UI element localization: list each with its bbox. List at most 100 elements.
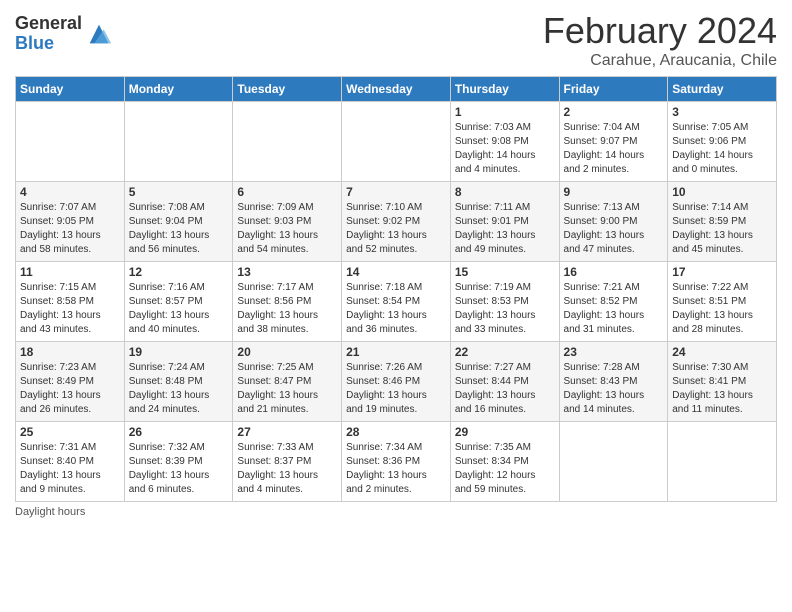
calendar-cell: 14Sunrise: 7:18 AM Sunset: 8:54 PM Dayli… [342,262,451,342]
logo-general: General [15,14,82,34]
day-info: Sunrise: 7:27 AM Sunset: 8:44 PM Dayligh… [455,361,555,417]
logo: General Blue [15,14,113,54]
calendar-week-row: 1 Sunrise: 7:03 AM Sunset: 9:08 PM Daylig… [16,102,777,182]
calendar-cell: 27Sunrise: 7:33 AM Sunset: 8:37 PM Dayli… [233,422,342,502]
calendar-cell: 12Sunrise: 7:16 AM Sunset: 8:57 PM Dayli… [124,262,233,342]
calendar-cell: 15 Sunrise: 7:19 AM Sunset: 8:53 PM Dayli… [450,262,559,342]
calendar-cell: 17Sunrise: 7:22 AM Sunset: 8:51 PM Dayli… [668,262,777,342]
day-info: Sunrise: 7:17 AM Sunset: 8:56 PM Dayligh… [237,281,337,337]
day-header: Wednesday [342,77,451,102]
day-info: Sunrise: 7:10 AM Sunset: 9:02 PM Dayligh… [346,201,446,257]
day-header: Sunday [16,77,125,102]
day-number: 4 [20,185,120,199]
day-info: Sunrise: 7:03 AM Sunset: 9:08 PM Dayligh… [455,121,555,177]
day-info: Sunrise: 7:11 AM Sunset: 9:01 PM Dayligh… [455,201,555,257]
day-info: Sunrise: 7:28 AM Sunset: 8:43 PM Dayligh… [564,361,664,417]
calendar-week-row: 4 Sunrise: 7:07 AM Sunset: 9:05 PM Daylig… [16,182,777,262]
day-number: 25 [20,425,120,439]
calendar-cell: 4 Sunrise: 7:07 AM Sunset: 9:05 PM Daylig… [16,182,125,262]
calendar-cell: 9 Sunrise: 7:13 AM Sunset: 9:00 PM Daylig… [559,182,668,262]
day-info: Sunrise: 7:04 AM Sunset: 9:07 PM Dayligh… [564,121,664,177]
calendar-cell: 6 Sunrise: 7:09 AM Sunset: 9:03 PM Daylig… [233,182,342,262]
day-header: Friday [559,77,668,102]
day-info: Sunrise: 7:08 AM Sunset: 9:04 PM Dayligh… [129,201,229,257]
header-area: General Blue February 2024 Carahue, Arau… [15,10,777,70]
day-info: Sunrise: 7:13 AM Sunset: 9:00 PM Dayligh… [564,201,664,257]
day-info: Sunrise: 7:21 AM Sunset: 8:52 PM Dayligh… [564,281,664,337]
day-number: 3 [672,105,772,119]
footer-label: Daylight hours [15,506,85,518]
calendar-cell [16,102,125,182]
page: General Blue February 2024 Carahue, Arau… [0,0,792,528]
day-info: Sunrise: 7:09 AM Sunset: 9:03 PM Dayligh… [237,201,337,257]
day-info: Sunrise: 7:30 AM Sunset: 8:41 PM Dayligh… [672,361,772,417]
calendar-cell: 8 Sunrise: 7:11 AM Sunset: 9:01 PM Daylig… [450,182,559,262]
subtitle: Carahue, Araucania, Chile [543,52,777,70]
calendar-cell [342,102,451,182]
day-info: Sunrise: 7:23 AM Sunset: 8:49 PM Dayligh… [20,361,120,417]
footer: Daylight hours [15,506,777,518]
day-header: Monday [124,77,233,102]
day-number: 15 [455,265,555,279]
calendar-cell: 23Sunrise: 7:28 AM Sunset: 8:43 PM Dayli… [559,342,668,422]
calendar-week-row: 11Sunrise: 7:15 AM Sunset: 8:58 PM Dayli… [16,262,777,342]
calendar-week-row: 18 Sunrise: 7:23 AM Sunset: 8:49 PM Dayli… [16,342,777,422]
day-number: 29 [455,425,555,439]
day-header: Saturday [668,77,777,102]
calendar-cell: 7 Sunrise: 7:10 AM Sunset: 9:02 PM Daylig… [342,182,451,262]
calendar-cell: 10 Sunrise: 7:14 AM Sunset: 8:59 PM Dayli… [668,182,777,262]
calendar-cell: 28 Sunrise: 7:34 AM Sunset: 8:36 PM Dayli… [342,422,451,502]
day-number: 6 [237,185,337,199]
calendar-cell: 1 Sunrise: 7:03 AM Sunset: 9:08 PM Daylig… [450,102,559,182]
day-number: 21 [346,345,446,359]
day-info: Sunrise: 7:26 AM Sunset: 8:46 PM Dayligh… [346,361,446,417]
logo-text: General Blue [15,14,82,54]
day-number: 19 [129,345,229,359]
logo-blue: Blue [15,34,82,54]
day-info: Sunrise: 7:07 AM Sunset: 9:05 PM Dayligh… [20,201,120,257]
day-info: Sunrise: 7:32 AM Sunset: 8:39 PM Dayligh… [129,441,229,497]
day-number: 9 [564,185,664,199]
calendar-cell [668,422,777,502]
day-number: 28 [346,425,446,439]
day-info: Sunrise: 7:35 AM Sunset: 8:34 PM Dayligh… [455,441,555,497]
calendar-header-row: SundayMondayTuesdayWednesdayThursdayFrid… [16,77,777,102]
title-area: February 2024 Carahue, Araucania, Chile [543,10,777,70]
day-number: 18 [20,345,120,359]
day-info: Sunrise: 7:22 AM Sunset: 8:51 PM Dayligh… [672,281,772,337]
calendar-cell: 26Sunrise: 7:32 AM Sunset: 8:39 PM Dayli… [124,422,233,502]
day-number: 1 [455,105,555,119]
calendar-cell: 24 Sunrise: 7:30 AM Sunset: 8:41 PM Dayli… [668,342,777,422]
day-info: Sunrise: 7:24 AM Sunset: 8:48 PM Dayligh… [129,361,229,417]
day-info: Sunrise: 7:16 AM Sunset: 8:57 PM Dayligh… [129,281,229,337]
day-number: 24 [672,345,772,359]
calendar-cell: 21 Sunrise: 7:26 AM Sunset: 8:46 PM Dayli… [342,342,451,422]
calendar-cell: 16 Sunrise: 7:21 AM Sunset: 8:52 PM Dayli… [559,262,668,342]
day-number: 13 [237,265,337,279]
day-info: Sunrise: 7:19 AM Sunset: 8:53 PM Dayligh… [455,281,555,337]
month-title: February 2024 [543,10,777,52]
day-number: 11 [20,265,120,279]
calendar-cell [233,102,342,182]
day-header: Thursday [450,77,559,102]
day-info: Sunrise: 7:34 AM Sunset: 8:36 PM Dayligh… [346,441,446,497]
calendar-cell: 25Sunrise: 7:31 AM Sunset: 8:40 PM Dayli… [16,422,125,502]
day-number: 10 [672,185,772,199]
day-info: Sunrise: 7:18 AM Sunset: 8:54 PM Dayligh… [346,281,446,337]
calendar-week-row: 25Sunrise: 7:31 AM Sunset: 8:40 PM Dayli… [16,422,777,502]
day-number: 27 [237,425,337,439]
day-info: Sunrise: 7:25 AM Sunset: 8:47 PM Dayligh… [237,361,337,417]
day-info: Sunrise: 7:14 AM Sunset: 8:59 PM Dayligh… [672,201,772,257]
day-number: 20 [237,345,337,359]
calendar-cell: 2 Sunrise: 7:04 AM Sunset: 9:07 PM Daylig… [559,102,668,182]
day-number: 8 [455,185,555,199]
calendar-cell [559,422,668,502]
day-number: 16 [564,265,664,279]
day-header: Tuesday [233,77,342,102]
day-number: 7 [346,185,446,199]
calendar-cell: 3Sunrise: 7:05 AM Sunset: 9:06 PM Daylig… [668,102,777,182]
day-number: 2 [564,105,664,119]
calendar-cell: 22 Sunrise: 7:27 AM Sunset: 8:44 PM Dayli… [450,342,559,422]
calendar-cell: 11Sunrise: 7:15 AM Sunset: 8:58 PM Dayli… [16,262,125,342]
day-number: 22 [455,345,555,359]
